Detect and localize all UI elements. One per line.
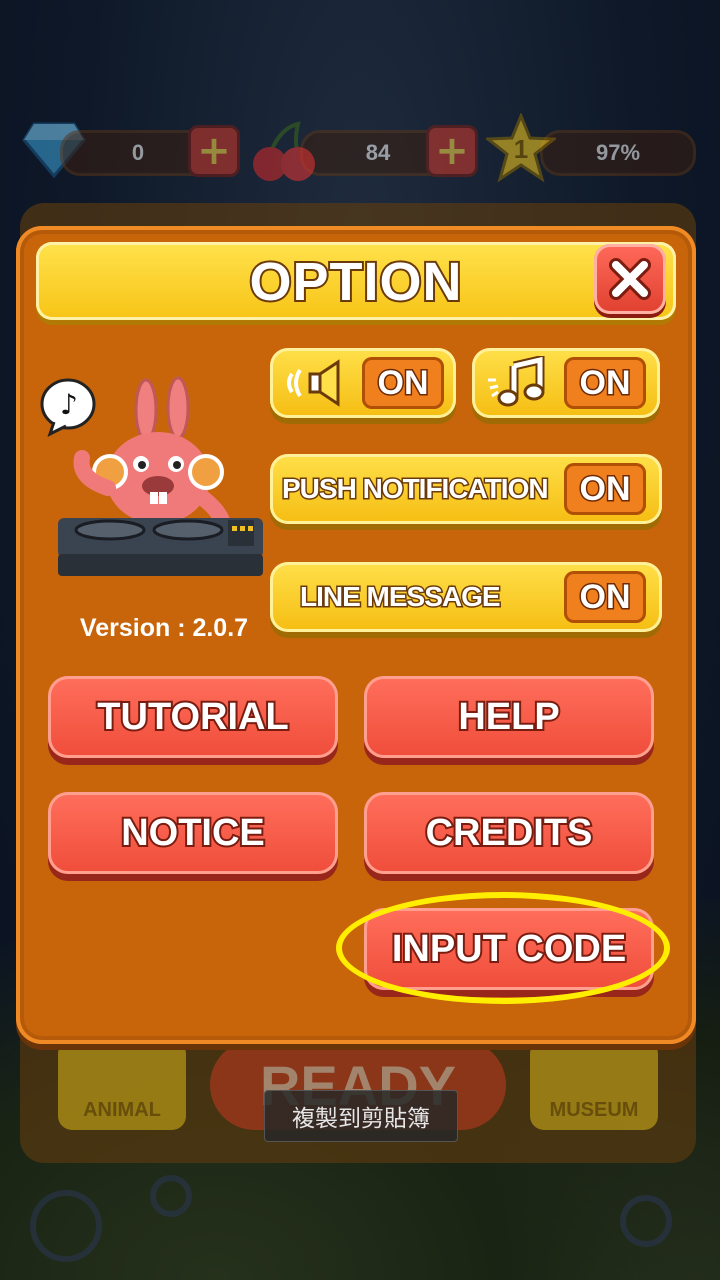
background-bubble xyxy=(150,1175,192,1217)
background-bubble xyxy=(620,1195,672,1247)
add-diamonds-button[interactable]: + xyxy=(188,125,240,177)
level-number: 1 xyxy=(513,134,529,164)
sound-state: ON xyxy=(362,357,444,409)
push-notification-label: PUSH NOTIFICATION xyxy=(281,472,551,506)
line-message-label: LINE MESSAGE xyxy=(299,580,503,614)
music-toggle[interactable]: ON xyxy=(472,348,660,418)
add-cherries-button[interactable]: + xyxy=(426,125,478,177)
clipboard-toast: 複製到剪貼簿 xyxy=(264,1090,458,1142)
resource-bar: 0 + 84 + 97% xyxy=(0,115,720,185)
notice-button[interactable]: NOTICE xyxy=(48,792,338,874)
museum-button[interactable]: MUSEUM xyxy=(530,1040,658,1130)
credits-button[interactable]: CREDITS xyxy=(364,792,654,874)
tutorial-button[interactable]: TUTORIAL xyxy=(48,676,338,758)
close-icon xyxy=(609,258,651,300)
svg-text:♪: ♪ xyxy=(60,388,78,421)
push-notification-state: ON xyxy=(564,463,646,515)
animal-button[interactable]: ANIMAL xyxy=(58,1040,186,1130)
progress-percent: 97% xyxy=(540,130,696,176)
highlight-circle xyxy=(336,892,670,1004)
push-notification-toggle[interactable]: PUSH NOTIFICATION ON xyxy=(270,454,662,524)
line-message-toggle[interactable]: LINE MESSAGE ON xyxy=(270,562,662,632)
music-note-icon xyxy=(488,356,545,407)
dj-rabbit-mascot: ♪ xyxy=(40,376,263,576)
sound-toggle[interactable]: ON xyxy=(270,348,456,418)
line-message-state: ON xyxy=(564,571,646,623)
background-bubble xyxy=(30,1190,102,1262)
close-button[interactable] xyxy=(594,244,666,314)
version-label: Version : 2.0.7 xyxy=(79,614,249,642)
dialog-title: OPTION xyxy=(247,250,463,314)
dialog-title-bar: OPTION xyxy=(36,242,676,320)
music-state: ON xyxy=(564,357,646,409)
speaker-icon xyxy=(287,359,340,407)
help-button[interactable]: HELP xyxy=(364,676,654,758)
cherry-icon xyxy=(253,121,315,181)
